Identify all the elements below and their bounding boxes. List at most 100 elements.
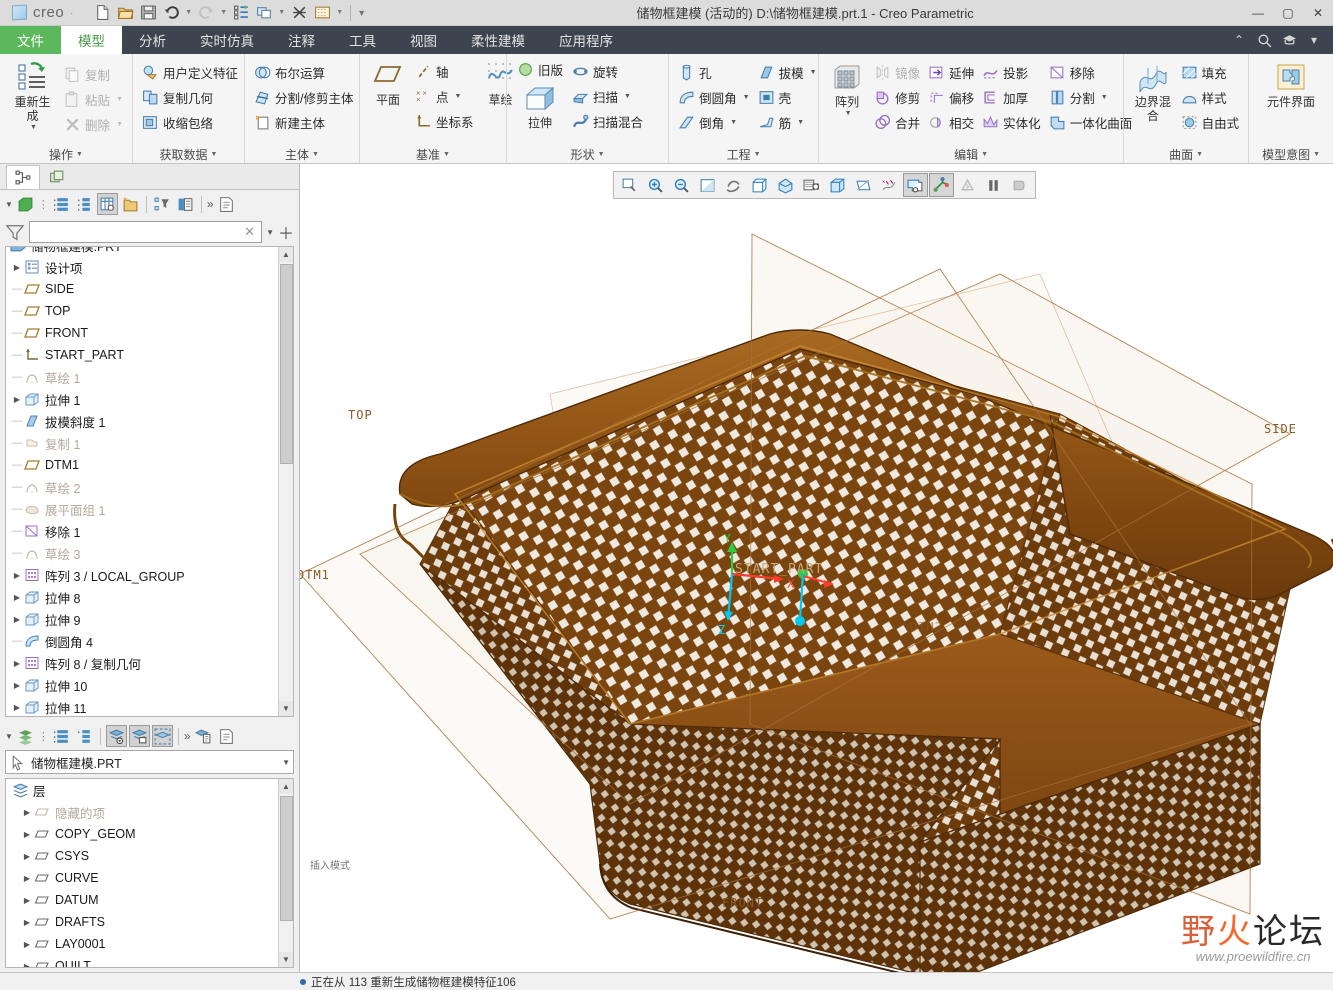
- round-button[interactable]: 倒圆角 ▼: [674, 85, 753, 109]
- datum-point-caret[interactable]: ▼: [455, 93, 462, 100]
- tab-file[interactable]: 文件: [0, 26, 61, 54]
- zoom-out-icon[interactable]: [669, 173, 694, 197]
- close-window-icon[interactable]: [288, 3, 310, 23]
- redo-dropdown-caret[interactable]: ▼: [218, 9, 229, 16]
- collapse-ribbon-icon[interactable]: ⌃: [1228, 29, 1250, 51]
- layer-tree-item[interactable]: ▶ COPY_GEOM: [6, 823, 293, 845]
- model-tree-item[interactable]: ▶ 拉伸 10: [6, 674, 293, 696]
- scroll-down-icon[interactable]: ▼: [279, 952, 293, 967]
- component-interface-button[interactable]: 元件界面: [1256, 60, 1326, 112]
- tab-analysis[interactable]: 分析: [122, 26, 183, 54]
- new-body-button[interactable]: 新建主体: [250, 110, 357, 134]
- tree-expand-icon[interactable]: [51, 193, 72, 215]
- view-dropdown-caret[interactable]: ▼: [334, 9, 345, 16]
- boolean-button[interactable]: 布尔运算: [250, 60, 357, 84]
- tab-applications[interactable]: 应用程序: [542, 26, 630, 54]
- tab-annotate[interactable]: 注释: [271, 26, 332, 54]
- layer-tree-item[interactable]: ▶ CURVE: [6, 867, 293, 889]
- expand-arrow-icon[interactable]: ▶: [10, 593, 24, 602]
- minimize-button[interactable]: —: [1243, 0, 1273, 26]
- maximize-button[interactable]: ▢: [1273, 0, 1303, 26]
- clear-filter-icon[interactable]: ✕: [242, 224, 257, 240]
- window-dropdown-caret[interactable]: ▼: [276, 9, 287, 16]
- help-icon[interactable]: [1278, 29, 1300, 51]
- datum-display-icon[interactable]: [851, 173, 876, 197]
- expand-arrow-icon[interactable]: ▶: [20, 962, 34, 968]
- datum-axis-button[interactable]: 轴: [411, 59, 478, 83]
- swept-blend-button[interactable]: 扫描混合: [568, 109, 647, 133]
- model-tree-item[interactable]: — START_PART: [6, 344, 293, 366]
- scroll-up-icon[interactable]: ▲: [279, 247, 293, 262]
- redo-icon[interactable]: [195, 3, 217, 23]
- pattern-caret[interactable]: ▼: [845, 110, 852, 117]
- add-filter-icon[interactable]: ＋: [278, 220, 294, 244]
- undo-dropdown-caret[interactable]: ▼: [183, 9, 194, 16]
- folder-browser-tab[interactable]: [40, 165, 74, 189]
- layer-model-selector[interactable]: 储物框建模.PRT ▼: [5, 750, 294, 774]
- tree-info-icon[interactable]: [216, 193, 237, 215]
- boundary-blend-button[interactable]: 边界混合: [1129, 60, 1176, 126]
- scrollbar-thumb[interactable]: [280, 796, 293, 921]
- layer-tree-item[interactable]: ▶ DRAFTS: [6, 911, 293, 933]
- annotation-display-icon[interactable]: ×: [877, 173, 902, 197]
- tree-filter-icon[interactable]: [152, 193, 173, 215]
- expand-arrow-icon[interactable]: ▶: [20, 896, 34, 905]
- layer-tree-item[interactable]: ▶ LAY0001: [6, 933, 293, 955]
- model-tree-scrollbar[interactable]: ▲ ▼: [278, 247, 293, 716]
- expand-arrow-icon[interactable]: ▶: [10, 681, 24, 690]
- layer-tree-item[interactable]: ▶ QUILT: [6, 955, 293, 968]
- extrude-button[interactable]: 拉伸: [512, 81, 568, 133]
- tab-model[interactable]: 模型: [61, 26, 122, 54]
- layer-menu-icon[interactable]: ⋮: [38, 730, 49, 743]
- split-body-button[interactable]: 分割/修剪主体: [250, 85, 357, 109]
- window-switch-icon[interactable]: [253, 3, 275, 23]
- tab-view[interactable]: 视图: [393, 26, 454, 54]
- sweep-caret[interactable]: ▼: [624, 93, 631, 100]
- draft-caret[interactable]: ▼: [810, 69, 817, 76]
- refit-icon[interactable]: [695, 173, 720, 197]
- render-icon[interactable]: [955, 173, 980, 197]
- group-title-operations[interactable]: 操作 ▼: [0, 146, 132, 163]
- layer-display-icon[interactable]: [903, 173, 928, 197]
- model-tree[interactable]: 储物框建模.PRT ▶ 设计项 — SIDE — TOP — FRONT — START_PART…: [5, 246, 294, 717]
- close-button[interactable]: ✕: [1303, 0, 1333, 26]
- tree-filter-input[interactable]: ✕: [29, 221, 263, 243]
- view-manager-icon[interactable]: [311, 3, 333, 23]
- filter-dropdown-caret[interactable]: ▼: [266, 228, 274, 237]
- open-file-icon[interactable]: [114, 3, 136, 23]
- qat-customize-caret[interactable]: ▼: [356, 8, 367, 18]
- regenerate-caret[interactable]: ▼: [30, 124, 37, 131]
- layers-stack-icon[interactable]: [15, 725, 36, 747]
- model-tree-item[interactable]: — 草绘 3: [6, 542, 293, 564]
- tab-tools[interactable]: 工具: [332, 26, 393, 54]
- layer-info-icon[interactable]: [216, 725, 237, 747]
- csys-button[interactable]: 坐标系: [411, 109, 478, 133]
- model-tree-item[interactable]: ▶ 拉伸 9: [6, 608, 293, 630]
- trim-button[interactable]: 修剪: [870, 85, 924, 109]
- model-tree-item[interactable]: — 草绘 2: [6, 476, 293, 498]
- spin-center-icon[interactable]: [721, 173, 746, 197]
- style-button[interactable]: 样式: [1177, 85, 1244, 109]
- offset-button[interactable]: 偏移: [924, 85, 978, 109]
- expand-arrow-icon[interactable]: ▶: [10, 395, 24, 404]
- datum-plane-button[interactable]: 平面: [365, 58, 411, 110]
- model-tree-item[interactable]: ▶ 拉伸 1: [6, 388, 293, 410]
- layer-props-icon[interactable]: [193, 725, 214, 747]
- intersect-button[interactable]: 相交: [924, 110, 978, 134]
- saved-orientations-icon[interactable]: [773, 173, 798, 197]
- scroll-up-icon[interactable]: ▲: [279, 779, 293, 794]
- round-caret[interactable]: ▼: [743, 94, 750, 101]
- tree-more-icon[interactable]: »: [207, 197, 214, 211]
- draft-button[interactable]: 拔模 ▼: [754, 60, 821, 84]
- regenerate-button[interactable]: 重新生成 ▼: [5, 60, 60, 133]
- tab-flexible-modeling[interactable]: 柔性建模: [454, 26, 542, 54]
- group-title-shapes[interactable]: 形状 ▼: [507, 146, 668, 163]
- sweep-button[interactable]: 扫描 ▼: [568, 84, 647, 108]
- thicken-button[interactable]: 加厚: [978, 85, 1045, 109]
- tree-columns-icon[interactable]: [96, 193, 118, 215]
- search-icon[interactable]: [1253, 29, 1275, 51]
- model-tree-item[interactable]: ▶ 阵列 8 / 复制几何: [6, 652, 293, 674]
- expand-arrow-icon[interactable]: ▶: [20, 830, 34, 839]
- model-tree-item[interactable]: ▶ 拉伸 8: [6, 586, 293, 608]
- tree-collapse-icon[interactable]: [74, 193, 95, 215]
